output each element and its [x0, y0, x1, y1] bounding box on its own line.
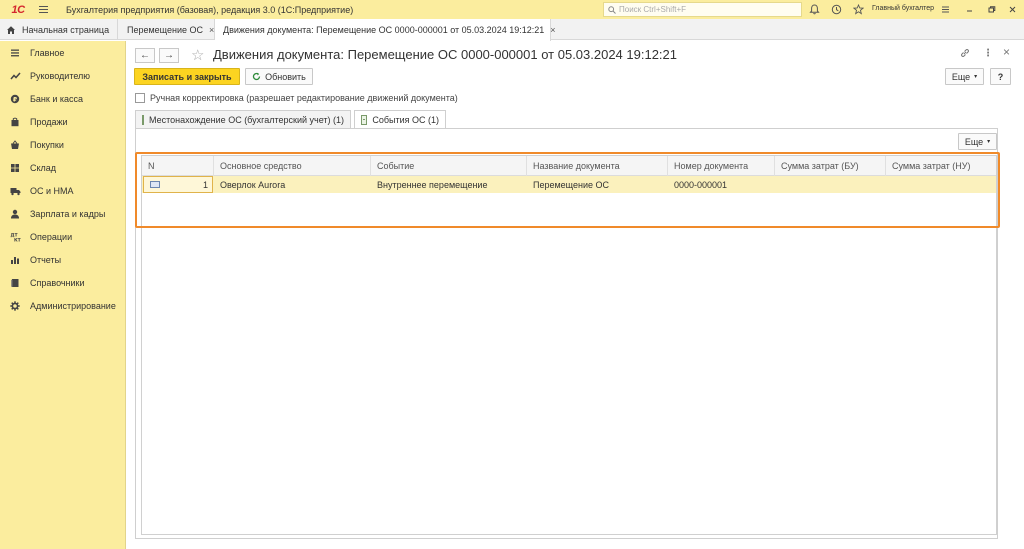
dt-kt-icon: ДТ КТ	[9, 231, 21, 243]
tab-close-icon[interactable]: ×	[550, 25, 555, 35]
more-label: Еще	[951, 71, 971, 82]
sidebar-item-administration[interactable]: Администрирование	[0, 297, 126, 315]
sidebar-item-director[interactable]: Руководителю	[0, 67, 126, 85]
sidebar-item-label: Покупки	[30, 140, 64, 150]
checkbox-label: Ручная корректировка (разрешает редактир…	[150, 93, 458, 103]
refresh-button[interactable]: Обновить	[245, 68, 313, 85]
history-icon[interactable]	[830, 3, 843, 16]
sidebar-item-label: Отчеты	[30, 255, 62, 265]
gear-icon	[9, 300, 21, 312]
checkbox-box[interactable]	[135, 93, 145, 103]
bar-chart-icon	[9, 254, 21, 266]
more-actions-button[interactable]: Еще ▾	[945, 68, 984, 85]
search-icon	[608, 5, 616, 14]
sidebar-item-label: Руководителю	[30, 71, 91, 81]
basket-icon	[9, 139, 21, 151]
main-menu-icon[interactable]	[34, 0, 52, 19]
page-title: Движения документа: Перемещение ОС 0000-…	[213, 47, 678, 62]
tab-location-os[interactable]: Местонахождение ОС (бухгалтерский учет) …	[135, 110, 351, 128]
coin-icon: ₽	[9, 93, 21, 105]
dropdown-arrow-icon: ▾	[974, 74, 978, 80]
help-button[interactable]: ?	[990, 68, 1011, 85]
sidebar-item-label: Продажи	[30, 117, 68, 127]
sidebar-item-reports[interactable]: Отчеты	[0, 251, 126, 269]
tab-label: Перемещение ОС	[127, 24, 203, 35]
sidebar-item-label: Операции	[30, 232, 73, 242]
back-button[interactable]: ←	[135, 48, 155, 63]
more-vertical-icon[interactable]: ⋮	[983, 48, 993, 59]
back-arrow-icon: ←	[140, 50, 150, 61]
sidebar-item-purchases[interactable]: Покупки	[0, 136, 126, 154]
sidebar-item-bank[interactable]: ₽ Банк и касса	[0, 90, 126, 108]
table-more-button[interactable]: Еще ▾	[958, 133, 997, 150]
book-icon	[9, 277, 21, 289]
bell-icon[interactable]	[808, 3, 821, 16]
tab-close-icon[interactable]: ×	[209, 25, 214, 35]
person-icon	[9, 208, 21, 220]
link-icon[interactable]	[960, 48, 970, 61]
settings-menu-icon[interactable]	[939, 3, 952, 16]
table-icon	[361, 115, 368, 125]
tab-transfer-os[interactable]: Перемещение ОС ×	[119, 19, 215, 40]
home-icon	[7, 25, 15, 34]
sidebar-item-warehouse[interactable]: Склад	[0, 159, 126, 177]
app-logo: 1С	[11, 3, 25, 16]
truck-icon	[9, 185, 21, 197]
tab-home[interactable]: Начальная страница	[0, 19, 118, 40]
table-icon	[142, 114, 144, 125]
sidebar-item-salary[interactable]: Зарплата и кадры	[0, 205, 126, 223]
dropdown-arrow-icon: ▾	[987, 139, 991, 145]
svg-text:₽: ₽	[13, 96, 17, 103]
trend-icon	[9, 70, 21, 82]
tab-document-movements[interactable]: Движения документа: Перемещение ОС 0000-…	[215, 19, 556, 41]
sidebar-item-operations[interactable]: ДТ КТ Операции	[0, 228, 126, 246]
warehouse-icon	[9, 162, 21, 174]
forward-arrow-icon: →	[164, 50, 174, 61]
sidebar-item-label: ОС и НМА	[30, 186, 74, 196]
list-icon	[9, 47, 21, 59]
bag-icon	[9, 116, 21, 128]
close-window-icon[interactable]	[1006, 3, 1019, 16]
close-form-icon[interactable]: ×	[1003, 45, 1010, 59]
favorite-star-icon[interactable]: ☆	[191, 46, 204, 64]
user-name[interactable]: Главный бухгалтер	[872, 5, 934, 12]
app-title: Бухгалтерия предприятия (базовая), редак…	[66, 4, 354, 15]
minimize-icon[interactable]	[963, 3, 976, 16]
sidebar-item-sales[interactable]: Продажи	[0, 113, 126, 131]
tab-os-events[interactable]: События ОС (1)	[354, 110, 446, 129]
form-tab-label: События ОС (1)	[372, 115, 439, 125]
refresh-icon	[252, 72, 261, 81]
sidebar-item-label: Главное	[30, 48, 65, 58]
open-tabs-bar: Начальная страница Перемещение ОС × Движ…	[0, 19, 1024, 41]
search-placeholder: Поиск Ctrl+Shift+F	[619, 5, 687, 14]
favorites-icon[interactable]	[852, 3, 865, 16]
manual-correction-checkbox[interactable]: Ручная корректировка (разрешает редактир…	[135, 93, 458, 103]
svg-text:КТ: КТ	[14, 238, 21, 243]
sidebar-item-label: Склад	[30, 163, 57, 173]
tab-label: Движения документа: Перемещение ОС 0000-…	[223, 25, 545, 35]
title-bar: 1С Бухгалтерия предприятия (базовая), ре…	[0, 0, 1024, 19]
sidebar-item-label: Справочники	[30, 278, 85, 288]
refresh-label: Обновить	[265, 71, 306, 82]
sidebar-item-main[interactable]: Главное	[0, 44, 126, 62]
sidebar-item-label: Зарплата и кадры	[30, 209, 106, 219]
sidebar-item-label: Банк и касса	[30, 94, 83, 104]
form-tab-label: Местонахождение ОС (бухгалтерский учет) …	[149, 114, 345, 125]
sidebar-item-label: Администрирование	[30, 301, 116, 311]
highlight-frame	[135, 152, 1000, 228]
tab-home-label: Начальная страница	[22, 24, 110, 35]
sidebar-item-catalogs[interactable]: Справочники	[0, 274, 126, 292]
document-form: ← → ☆ Движения документа: Перемещение ОС…	[127, 41, 1024, 549]
forward-button[interactable]: →	[159, 48, 179, 63]
search-input[interactable]: Поиск Ctrl+Shift+F	[603, 2, 802, 17]
restore-icon[interactable]	[985, 3, 998, 16]
sidebar-item-fixed-assets[interactable]: ОС и НМА	[0, 182, 126, 200]
more-label: Еще	[964, 136, 984, 147]
save-and-close-button[interactable]: Записать и закрыть	[134, 68, 240, 85]
sidebar: Главное Руководителю ₽ Банк и касса Прод…	[0, 41, 126, 549]
